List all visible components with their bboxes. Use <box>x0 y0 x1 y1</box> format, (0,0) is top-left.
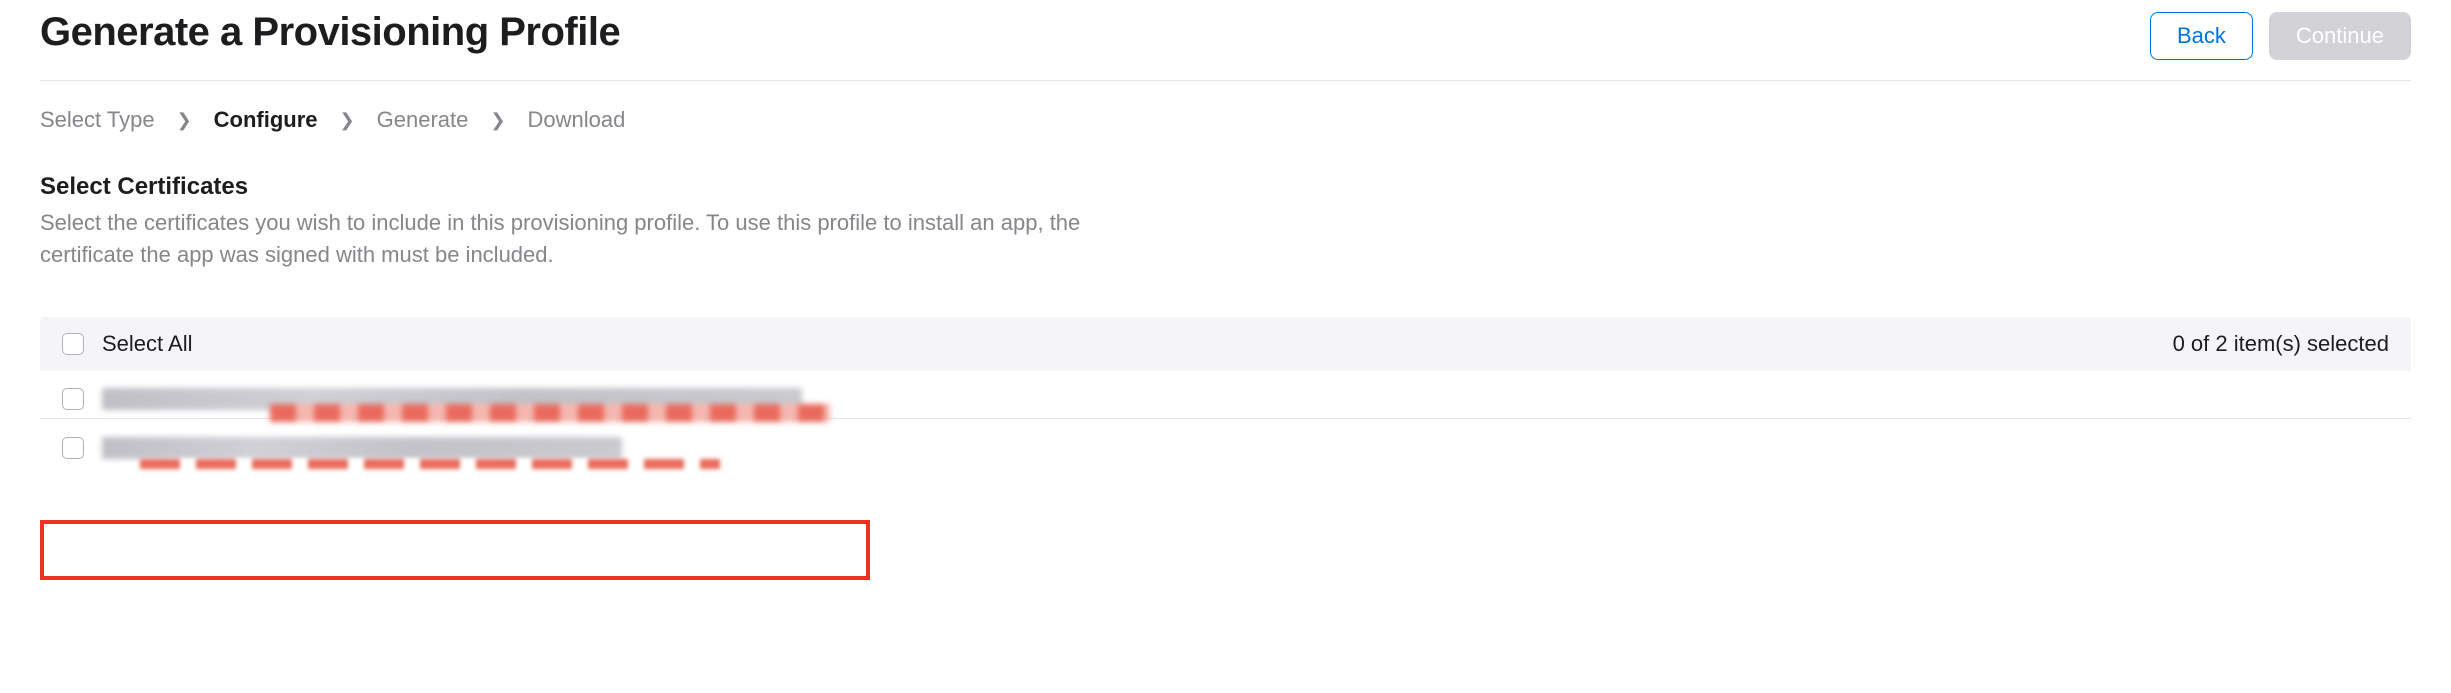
breadcrumb-step-download[interactable]: Download <box>527 107 625 133</box>
certificate-checkbox[interactable] <box>62 388 84 410</box>
chevron-right-icon: ❯ <box>490 110 505 131</box>
continue-button: Continue <box>2269 12 2411 60</box>
select-all-row: Select All 0 of 2 item(s) selected <box>40 317 2411 371</box>
list-item[interactable] <box>40 371 2411 419</box>
header-buttons: Back Continue <box>2150 10 2411 60</box>
select-all-checkbox[interactable] <box>62 333 84 355</box>
chevron-right-icon: ❯ <box>177 110 192 131</box>
section-title: Select Certificates <box>40 173 2411 201</box>
certificate-checkbox[interactable] <box>62 437 84 459</box>
certificate-name-redacted <box>102 437 622 459</box>
header-divider <box>40 80 2411 81</box>
selection-count: 0 of 2 item(s) selected <box>2173 331 2389 357</box>
select-all-label: Select All <box>102 331 193 357</box>
back-button[interactable]: Back <box>2150 12 2253 60</box>
breadcrumb-step-select-type[interactable]: Select Type <box>40 107 155 133</box>
certificates-list: Select All 0 of 2 item(s) selected <box>40 317 2411 467</box>
annotation-highlight-box <box>40 520 870 580</box>
redacted-overlay <box>140 459 720 469</box>
breadcrumb: Select Type ❯ Configure ❯ Generate ❯ Dow… <box>40 107 2411 133</box>
page-title: Generate a Provisioning Profile <box>40 10 620 55</box>
list-item[interactable] <box>40 419 2411 467</box>
breadcrumb-step-generate[interactable]: Generate <box>377 107 469 133</box>
chevron-right-icon: ❯ <box>340 110 355 131</box>
breadcrumb-step-configure[interactable]: Configure <box>214 107 318 133</box>
section-description: Select the certificates you wish to incl… <box>40 207 1090 271</box>
